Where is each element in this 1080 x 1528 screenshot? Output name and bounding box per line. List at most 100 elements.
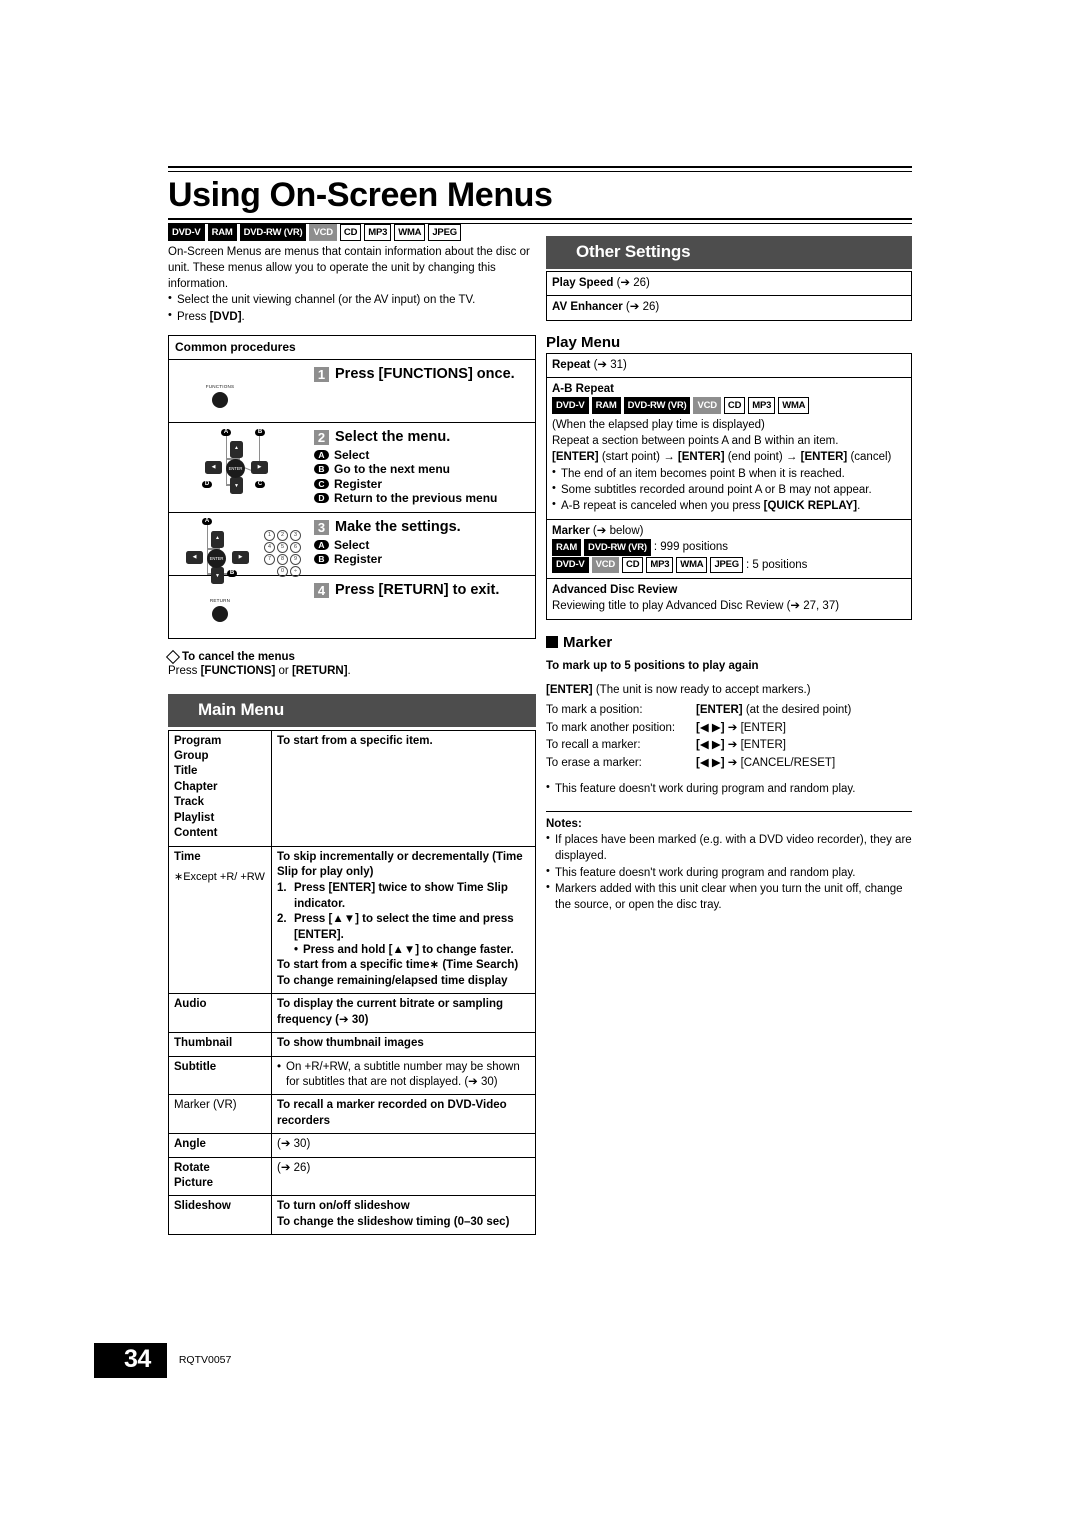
page-title: Using On-Screen Menus (168, 176, 553, 214)
marker-instruction-row: To erase a marker: [◀ ▶] ➔ [CANCEL/RESET] (546, 755, 912, 772)
sub-instruction-label: Select (334, 447, 370, 462)
other-settings-label: Play Speed (552, 277, 614, 289)
callout-lead-a3 (207, 525, 209, 550)
menu-item-key-line: Title (174, 765, 198, 778)
manual-page: Using On-Screen Menus DVD-V RAM DVD-RW (VR… (0, 0, 1080, 1528)
menu-item-description: To start from a specific item. (272, 730, 536, 846)
keypad-key-1: 1 (264, 530, 275, 542)
adr-text: Reviewing title to play Advanced Disc Re… (552, 600, 840, 613)
marker-instruction-rows: To mark a position: [ENTER] (at the desir… (546, 702, 912, 772)
menu-item-key-line: Thumbnail (174, 1037, 233, 1050)
disc-badge-dvd-rw-vr: DVD-RW (VR) (239, 224, 307, 241)
keypad-key-4: 4 (264, 542, 275, 554)
sub-key-badge-c: C (314, 478, 329, 489)
note-item-0: If places have been marked (e.g. with a … (546, 831, 912, 865)
keypad-key-8: 8 (277, 554, 288, 566)
return-button-art: RETURN (169, 576, 314, 638)
sub-instruction-row: A Select (314, 448, 529, 462)
menu-item-step-number: 2. (277, 913, 287, 926)
disc-badge-dvd-rw-vr: DVD-RW (VR) (584, 539, 651, 556)
note-item-2: Markers added with this unit clear when … (546, 880, 912, 914)
disc-badge-wma: WMA (394, 224, 426, 241)
table-row: Audio To display the current bitrate or s… (168, 993, 536, 1033)
procedure-step-1-body: 1 Press [FUNCTIONS] once. (314, 360, 535, 422)
disc-badge-vcd: VCD (591, 556, 620, 574)
other-settings-bar-title: Other Settings (546, 236, 912, 269)
other-settings-row: Play Speed (➔ 26) (547, 272, 911, 295)
disc-badge-mp3: MP3 (748, 397, 776, 414)
marker-capacity-line: DVD-V VCD CD MP3 WMA JPEG: 5 positions (552, 556, 906, 574)
other-settings-table: Play Speed (➔ 26) AV Enhancer (➔ 26) (546, 271, 912, 321)
sub-key-badge-b: B (314, 464, 329, 475)
menu-item-step-number: 1. (277, 882, 287, 895)
disc-badge-ram: RAM (207, 224, 237, 241)
cancel-menus-heading-text: To cancel the menus (182, 651, 295, 664)
notes-heading: Notes: (546, 817, 582, 830)
intro-disc-badges: DVD-V RAM DVD-RW (VR) VCD CD MP3 WMA JPEG (168, 224, 536, 241)
cancel-menus-text: Press [FUNCTIONS] or [RETURN]. (168, 665, 351, 678)
table-row: Rotate Picture (➔ 26) (168, 1156, 536, 1196)
menu-item-key-line: Picture (174, 1176, 213, 1189)
marker-bullet: This feature doesn't work during program… (546, 780, 912, 797)
menu-item-key: Subtitle (168, 1055, 272, 1095)
main-menu-section: Main Menu Program Group Title Chapter Track P… (168, 693, 536, 1236)
disc-badge-vcd: VCD (309, 224, 337, 241)
ab-repeat-bullet-1: Some subtitles recorded around point A o… (552, 481, 906, 498)
menu-item-key: Program Group Title Chapter Track Playlist Con… (168, 730, 272, 847)
menu-item-description: To turn on/off slideshow To change the sl… (271, 1195, 536, 1235)
marker-instruction-value: [ENTER] (at the desired point) (696, 704, 852, 717)
disc-badge-dvd-rw-vr: DVD-RW (VR) (623, 397, 691, 414)
callout-lead-a (226, 436, 228, 460)
menu-item-tail-line: To start from a specific time∗ (Time Sea… (277, 959, 519, 972)
marker-row-title: Marker (552, 524, 590, 537)
step-label-2: Select the menu. (335, 429, 451, 446)
title-rule-top (168, 166, 912, 172)
menu-item-inner-bullet: Press and hold [▲▼] to change faster. (294, 943, 530, 959)
other-settings-ref: (➔ 26) (622, 301, 660, 314)
procedure-step-1: FUNCTIONS 1 Press [FUNCTIONS] once. (169, 360, 535, 424)
marker-capacity-lines: RAM DVD-RW (VR): 999 positions DVD-V VCD CD M… (552, 539, 906, 574)
dpad-right-key: ▶ (251, 461, 268, 475)
menu-item-key: Marker (VR) (168, 1094, 272, 1134)
dpad-left-key-3: ◀ (186, 551, 203, 565)
menu-item-description-title: To skip incrementally or decrementally (… (277, 850, 523, 879)
sub-key-badge-a: A (314, 449, 329, 460)
marker-instruction-value: [◀ ▶] ➔ [ENTER] (696, 721, 786, 734)
callout-badge-d: D (202, 481, 212, 489)
ab-repeat-line-1: Repeat a section between points A and B … (552, 435, 839, 448)
return-button-icon (212, 606, 228, 623)
menu-item-step-text: Press [▲▼] to select the time and press … (294, 913, 514, 941)
marker-instruction-value: [◀ ▶] ➔ [CANCEL/RESET] (696, 756, 836, 769)
menu-item-key-line: Marker (VR) (174, 1099, 237, 1112)
menu-item-step: 1. Press [ENTER] twice to show Time Slip … (277, 881, 530, 912)
ab-repeat-bullet-0: The end of an item becomes point B when … (552, 465, 906, 482)
marker-instruction-row: To mark a position: [ENTER] (at the desir… (546, 702, 912, 719)
ab-repeat-line-0: (When the elapsed play time is displayed… (552, 418, 765, 431)
square-bullet-icon (546, 636, 558, 649)
disc-badge-mp3: MP3 (646, 556, 674, 574)
procedure-step-3: ▲ ▼ ◀ ▶ ENTER A B 1 2 3 4 5 6 7 8 9 0 ÷ 3 Make the… (169, 513, 535, 585)
sub-instruction-label: Select (334, 537, 370, 552)
step-number-1: 1 (314, 367, 329, 383)
menu-item-key: Rotate Picture (168, 1156, 272, 1196)
dpad-down-key: ▼ (230, 477, 243, 495)
step-label-1: Press [FUNCTIONS] once. (335, 366, 515, 383)
sub-key-badge-b: B (314, 554, 329, 565)
keypad-key-6: 6 (290, 542, 301, 554)
menu-item-key-line: Track (174, 796, 205, 809)
sub-instruction-row: B Go to the next menu (314, 462, 529, 476)
ab-repeat-sequence: [ENTER] (start point) → [ENTER] (end poi… (552, 451, 892, 464)
table-row: Slideshow To turn on/off slideshow To chan… (168, 1195, 536, 1235)
marker-instruction-row: To mark another position: [◀ ▶] ➔ [ENTER] (546, 720, 912, 737)
menu-item-key-line: Angle (174, 1138, 206, 1151)
marker-instruction-label: To mark another position: (546, 721, 676, 734)
table-row: Program Group Title Chapter Track Playlist Con… (168, 730, 536, 847)
intro-bullet-0: Select the unit viewing channel (or the … (168, 291, 536, 308)
callout-badge-a: A (221, 429, 231, 437)
table-row: Angle (➔ 30) (168, 1133, 536, 1158)
menu-item-description-text: To recall a marker recorded on DVD-Video… (277, 1099, 507, 1127)
disc-badge-dvd-v: DVD-V (552, 397, 589, 414)
menu-item-key-note: ∗Except +R/ +RW (174, 871, 265, 884)
return-button-caption: RETURN (209, 598, 231, 604)
step-3-sublist: A Select B Register (314, 537, 529, 566)
